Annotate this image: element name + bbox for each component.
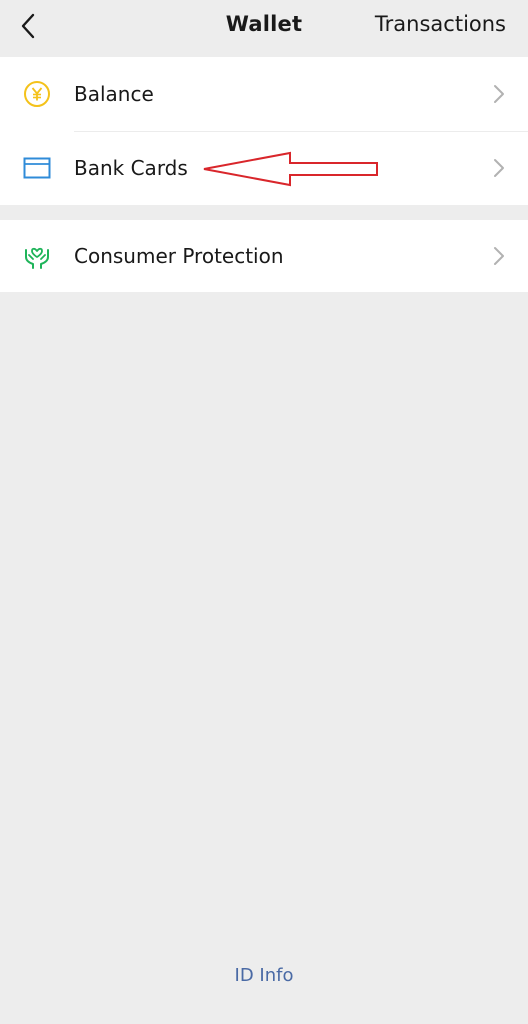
menu-item-label: Bank Cards — [74, 156, 188, 180]
transactions-link[interactable]: Transactions — [375, 12, 506, 36]
chevron-right-icon — [494, 247, 504, 265]
menu-item-label: Consumer Protection — [74, 244, 284, 268]
chevron-right-icon — [494, 85, 504, 103]
chevron-right-icon — [494, 159, 504, 177]
wallet-menu-group-1: Balance Bank Cards — [0, 57, 528, 205]
navigation-bar: Wallet Transactions — [0, 0, 528, 56]
menu-item-bank-cards[interactable]: Bank Cards — [0, 131, 528, 205]
protection-hands-icon — [22, 241, 52, 271]
menu-item-balance[interactable]: Balance — [0, 57, 528, 132]
menu-item-consumer-protection[interactable]: Consumer Protection — [0, 220, 528, 292]
yen-coin-icon — [22, 79, 52, 109]
wallet-menu-group-2: Consumer Protection — [0, 220, 528, 292]
id-info-link[interactable]: ID Info — [0, 965, 528, 986]
bank-card-icon — [22, 153, 52, 183]
menu-item-label: Balance — [74, 82, 154, 106]
